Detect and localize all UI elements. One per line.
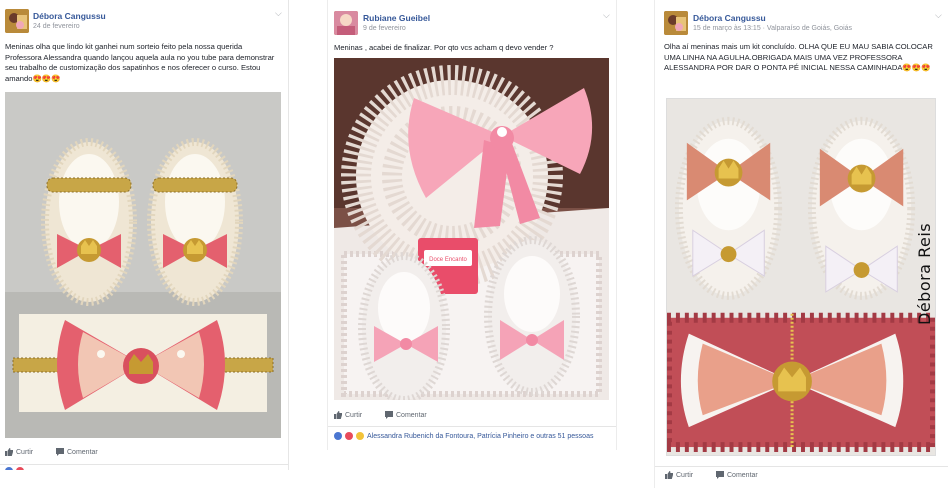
post-card-2: Rubiane Gueibel 9 de fevereiro ⌵ Meninas… (327, 0, 617, 450)
comment-icon (385, 411, 393, 419)
comment-button[interactable]: Comentar (385, 411, 427, 419)
like-label: Curtir (16, 448, 34, 456)
comment-button[interactable]: Comentar (716, 471, 758, 479)
chevron-down-icon[interactable]: ⌵ (603, 10, 610, 21)
author-name[interactable]: Débora Cangussu (693, 13, 766, 23)
like-reaction-icon (5, 467, 13, 470)
post-photo[interactable]: Doce Encanto (334, 58, 609, 400)
author-name[interactable]: Débora Cangussu (33, 11, 106, 21)
like-button[interactable]: Curtir (5, 448, 33, 456)
reactions-row[interactable]: Alessandra Rubenich da Fontoura, Patríci… (334, 432, 593, 440)
like-button[interactable]: Curtir (665, 471, 693, 479)
comment-label: Comentar (67, 448, 98, 456)
wow-reaction-icon (356, 432, 364, 440)
like-reaction-icon (334, 432, 342, 440)
chevron-down-icon[interactable]: ⌵ (275, 8, 282, 19)
divider (655, 466, 948, 467)
card-label: Doce Encanto (429, 257, 467, 263)
chevron-down-icon[interactable]: ⌵ (935, 10, 942, 21)
author-name[interactable]: Rubiane Gueibel (363, 13, 430, 23)
post-header: Rubiane Gueibel 9 de fevereiro ⌵ (328, 0, 616, 36)
thumbs-up-icon (334, 411, 342, 419)
like-label: Curtir (345, 411, 363, 419)
post-date[interactable]: 24 de fevereiro (33, 23, 80, 30)
comment-button[interactable]: Comentar (56, 448, 98, 456)
post-actions: Curtir Comentar (328, 411, 616, 425)
reactions-text[interactable]: Alessandra Rubenich da Fontoura, Patríci… (367, 433, 593, 440)
post-text: Meninas olha que lindo kit ganhei num so… (5, 42, 275, 83)
like-button[interactable]: Curtir (334, 411, 362, 419)
comment-label: Comentar (727, 471, 758, 479)
love-reaction-icon (16, 467, 24, 470)
post-card-1: Débora Cangussu 24 de fevereiro ⌵ Menina… (0, 0, 289, 470)
avatar[interactable] (664, 11, 688, 35)
avatar[interactable] (334, 11, 358, 35)
divider (328, 426, 616, 427)
photo-watermark: Débora Reis (915, 222, 934, 325)
post-text: Meninas , acabei de finalizar. Por qto v… (334, 43, 554, 52)
thumbs-up-icon (5, 448, 13, 456)
post-text: Olha aí meninas mais um kit concluído. O… (664, 42, 933, 72)
post-card-3: Débora Cangussu 15 de março às 13:15 · V… (654, 0, 948, 488)
post-photo[interactable] (5, 92, 281, 438)
post-header: Débora Cangussu 24 de fevereiro ⌵ (0, 0, 288, 36)
divider (0, 464, 288, 465)
post-actions: Curtir Comentar (655, 471, 948, 485)
reactions-row[interactable] (5, 467, 24, 470)
thumbs-up-icon (665, 471, 673, 479)
avatar[interactable] (5, 9, 29, 33)
comment-icon (56, 448, 64, 456)
love-reaction-icon (345, 432, 353, 440)
post-date[interactable]: 15 de março às 13:15 · Valparaíso de Goi… (693, 25, 852, 32)
post-date[interactable]: 9 de fevereiro (363, 25, 406, 32)
comment-label: Comentar (396, 411, 427, 419)
comment-icon (716, 471, 724, 479)
post-photo[interactable]: Débora Reis (666, 98, 936, 456)
like-label: Curtir (676, 471, 694, 479)
post-actions: Curtir Comentar (0, 448, 288, 462)
post-header: Débora Cangussu 15 de março às 13:15 · V… (655, 0, 948, 36)
